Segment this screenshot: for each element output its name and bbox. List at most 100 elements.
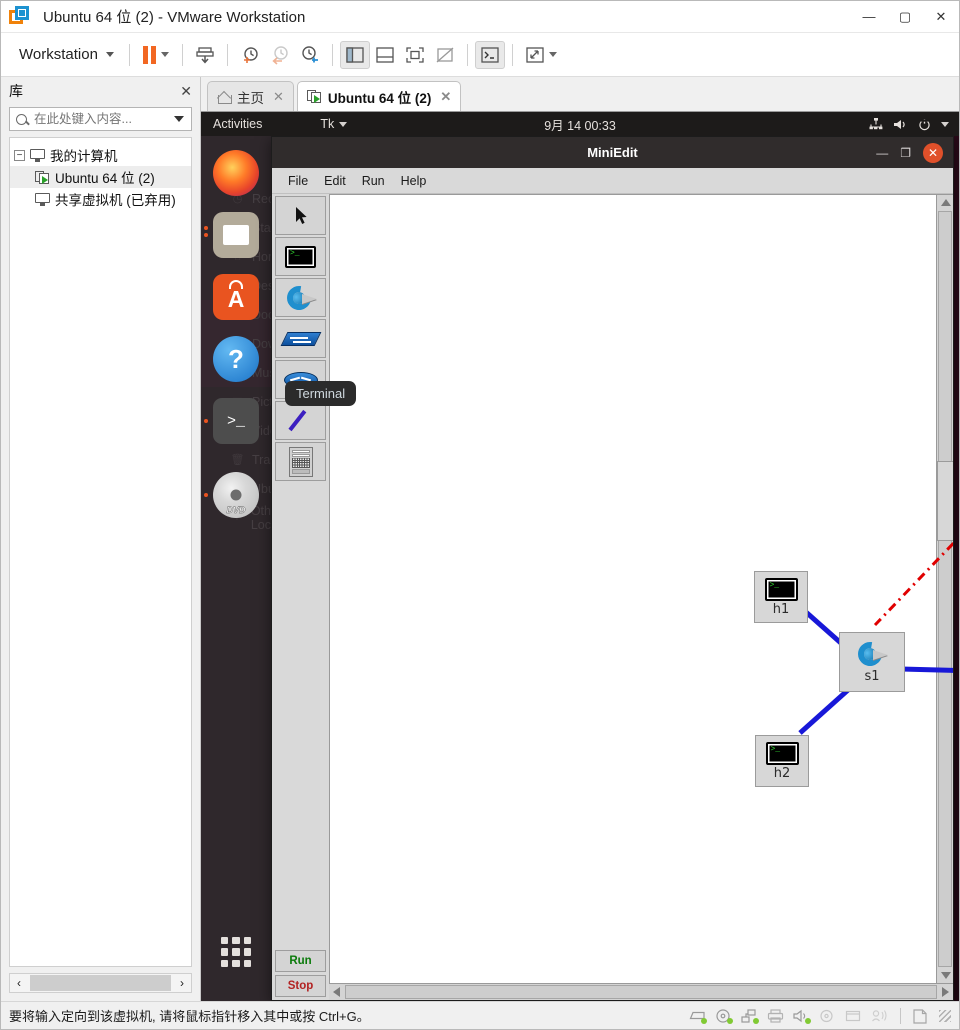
message-log-icon[interactable] [913,1008,930,1024]
palette-spacer [275,483,326,950]
cd-dvd-status-icon[interactable] [715,1008,733,1024]
camera-status-icon[interactable] [845,1009,862,1023]
clock[interactable]: 9月 14 00:33 [544,115,616,134]
tree-item-my-computer[interactable]: − 我的计算机 [10,144,191,166]
system-tray[interactable] [869,118,949,131]
host-tool-button[interactable]: >_ [275,237,326,276]
show-thumbnail-bar-button[interactable] [370,41,400,69]
topology-canvas[interactable]: c0 >_ h1 >_ h2 [329,194,953,984]
tab-home[interactable]: 主页 ✕ [207,81,294,111]
sound-status-icon[interactable] [793,1009,811,1024]
network-status-icon[interactable] [741,1008,759,1024]
expand-arrows-icon [526,46,544,63]
stop-button[interactable]: Stop [275,975,326,997]
usb-status-icon[interactable] [819,1009,836,1023]
toolbar-separator [181,43,183,66]
bluetooth-status-icon[interactable] [871,1009,888,1023]
ubuntu-dock: A ? >_ DVD [201,136,271,1001]
scroll-left-arrow[interactable] [329,984,344,1000]
scrollbar-thumb[interactable] [30,975,171,991]
console-view-button[interactable] [474,40,505,69]
tree-item-shared-vms[interactable]: 共享虚拟机 (已弃用) [10,188,191,210]
revert-snapshot-button[interactable] [265,41,295,69]
miniedit-maximize-button[interactable]: ❐ [900,146,911,160]
network-icon[interactable] [869,118,883,130]
dock-item-ubuntu-software[interactable]: A [201,266,271,328]
link-c0-s1[interactable] [873,528,953,627]
run-button[interactable]: Run [275,950,326,972]
library-horizontal-scrollbar[interactable]: ‹ › [9,973,192,993]
tree-item-ubuntu-vm[interactable]: Ubuntu 64 位 (2) [10,166,191,188]
tab-close-icon[interactable]: ✕ [273,89,284,105]
workstation-menu-label: Workstation [19,46,98,63]
search-input[interactable] [32,111,169,127]
snapshot-manager-button[interactable] [295,41,325,69]
select-tool-button[interactable] [275,196,326,235]
scroll-left-arrow[interactable]: ‹ [10,976,28,990]
expander-icon[interactable]: − [14,149,25,161]
close-button[interactable]: ✕ [923,1,959,32]
pause-button[interactable] [137,40,175,70]
window-title: Ubuntu 64 位 (2) - VMware Workstation [43,9,306,26]
menu-help[interactable]: Help [393,172,435,190]
printer-status-icon[interactable] [767,1008,784,1023]
power-icon[interactable] [918,118,931,131]
activities-button[interactable]: Activities [213,117,262,131]
send-ctrl-alt-del-button[interactable] [190,41,220,69]
dock-item-disc[interactable]: DVD [201,452,271,538]
library-search-box[interactable] [9,107,192,131]
tree-item-label: 共享虚拟机 (已弃用) [55,193,176,208]
scrollbar-thumb[interactable] [345,985,937,999]
openflow-switch-icon [853,637,888,671]
dock-item-help[interactable]: ? [201,328,271,390]
link-s1-s2[interactable] [900,666,953,673]
link-tool-button[interactable] [275,401,326,440]
send-ctrl-alt-del-icon [196,46,214,64]
tab-ubuntu-vm[interactable]: Ubuntu 64 位 (2) ✕ [296,81,462,111]
vm-running-icon [306,90,322,103]
legacy-switch-tool-button[interactable] [275,319,326,358]
miniedit-minimize-button[interactable]: — [876,146,888,160]
menu-run[interactable]: Run [354,172,393,190]
scroll-right-arrow[interactable]: › [173,976,191,990]
switch-tool-button[interactable] [275,278,326,317]
workstation-menu-button[interactable]: Workstation [11,40,122,70]
show-library-button[interactable] [339,40,370,69]
status-message: 要将输入定向到该虚拟机, 请将鼠标指针移入其中或按 Ctrl+G。 [9,1009,370,1024]
vm-guest-screen[interactable]: Activities Tk 9月 14 00:33 A ? >_ DVD Min… [201,111,959,1001]
scroll-right-arrow[interactable] [938,984,953,1000]
controller-tool-button[interactable] [275,442,326,481]
miniedit-close-button[interactable]: ✕ [923,142,943,163]
link-h2-s1[interactable] [798,688,850,735]
topology-node-h1[interactable]: >_ h1 [754,571,808,623]
volume-icon[interactable] [893,118,908,131]
hard-disk-status-icon[interactable] [689,1009,707,1024]
tab-close-icon[interactable]: ✕ [440,89,451,105]
chevron-down-icon[interactable] [174,116,184,122]
workspace: 库 ✕ − 我的计算机 Ubuntu 64 位 (2) [1,77,959,1001]
status-bar: 要将输入定向到该虚拟机, 请将鼠标指针移入其中或按 Ctrl+G。 [1,1001,959,1029]
topology-node-s1[interactable]: s1 [839,632,905,692]
canvas-horizontal-scrollbar[interactable] [329,984,953,1000]
unity-mode-button[interactable] [430,41,460,69]
resize-grip[interactable] [939,1009,951,1022]
dock-item-terminal[interactable]: >_ [201,390,271,452]
app-menu-button[interactable]: Tk [320,117,348,131]
minimize-button[interactable]: — [851,1,887,32]
dock-item-firefox[interactable] [201,142,271,204]
library-tree[interactable]: − 我的计算机 Ubuntu 64 位 (2) 共享虚拟机 (已弃用) [9,137,192,967]
take-snapshot-button[interactable] [235,41,265,69]
miniedit-window-controls: — ❐ ✕ [876,142,943,163]
stretch-guest-button[interactable] [520,40,563,70]
fullscreen-button[interactable] [400,41,430,69]
topology-node-h2[interactable]: >_ h2 [755,735,809,787]
miniedit-window[interactable]: MiniEdit — ❐ ✕ File Edit Run Help >_ Run… [271,136,954,1001]
system-menu-chevron-icon[interactable] [941,121,949,127]
dock-item-files[interactable] [201,204,271,266]
topology-node-c0[interactable]: c0 [937,461,953,541]
menu-file[interactable]: File [280,172,316,190]
maximize-button[interactable]: ▢ [887,1,923,32]
library-close-button[interactable]: ✕ [180,83,192,100]
menu-edit[interactable]: Edit [316,172,354,190]
dock-item-show-applications[interactable] [201,921,271,983]
